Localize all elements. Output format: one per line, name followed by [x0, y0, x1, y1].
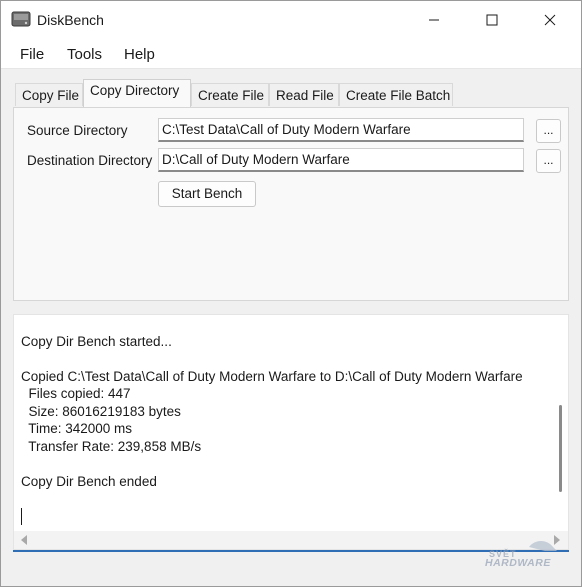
- text-caret: [21, 508, 22, 525]
- log-line: Transfer Rate: 239,858 MB/s: [21, 439, 202, 454]
- browse-destination-button[interactable]: ...: [536, 149, 561, 173]
- destination-directory-label: Destination Directory: [27, 153, 153, 168]
- close-button[interactable]: [521, 1, 579, 39]
- tab-copy-file[interactable]: Copy File: [15, 83, 83, 106]
- disk-drive-icon: [11, 11, 31, 27]
- tab-copy-directory[interactable]: Copy Directory: [83, 79, 191, 107]
- watermark-line2: HARDWARE: [485, 557, 551, 569]
- log-output[interactable]: Copy Dir Bench started... Copied C:\Test…: [13, 314, 569, 550]
- tab-create-file[interactable]: Create File: [191, 83, 269, 106]
- tab-read-file[interactable]: Read File: [269, 83, 339, 106]
- log-line: Copied C:\Test Data\Call of Duty Modern …: [21, 369, 523, 384]
- browse-source-button[interactable]: ...: [536, 119, 561, 143]
- source-directory-label: Source Directory: [27, 123, 128, 138]
- tab-create-file-batch[interactable]: Create File Batch: [339, 83, 453, 106]
- menu-bar: File Tools Help: [1, 39, 581, 69]
- window-title: DiskBench: [37, 12, 104, 28]
- scroll-left-icon[interactable]: [21, 535, 27, 545]
- menu-help[interactable]: Help: [124, 46, 155, 63]
- minimize-button[interactable]: [405, 1, 463, 39]
- log-line: Time: 342000 ms: [21, 421, 133, 436]
- title-bar[interactable]: DiskBench: [1, 1, 581, 39]
- log-line: Files copied: 447: [21, 386, 131, 401]
- log-line: Copy Dir Bench started...: [21, 334, 172, 349]
- minimize-icon: [429, 19, 439, 21]
- start-bench-button[interactable]: Start Bench: [158, 181, 256, 207]
- source-directory-input[interactable]: C:\Test Data\Call of Duty Modern Warfare: [158, 118, 524, 142]
- menu-tools[interactable]: Tools: [67, 46, 102, 63]
- maximize-icon: [486, 14, 498, 26]
- vertical-scrollbar[interactable]: [559, 405, 562, 492]
- close-icon: [544, 14, 556, 26]
- menu-file[interactable]: File: [20, 46, 44, 63]
- maximize-button[interactable]: [463, 1, 521, 39]
- log-line: Size: 86016219183 bytes: [21, 404, 181, 419]
- diskbench-window: DiskBench File Tools Help Copy File Copy…: [0, 0, 582, 587]
- destination-directory-input[interactable]: D:\Call of Duty Modern Warfare: [158, 148, 524, 172]
- log-line: Copy Dir Bench ended: [21, 474, 157, 489]
- watermark-logo: SVĚT HARDWARE: [483, 539, 571, 573]
